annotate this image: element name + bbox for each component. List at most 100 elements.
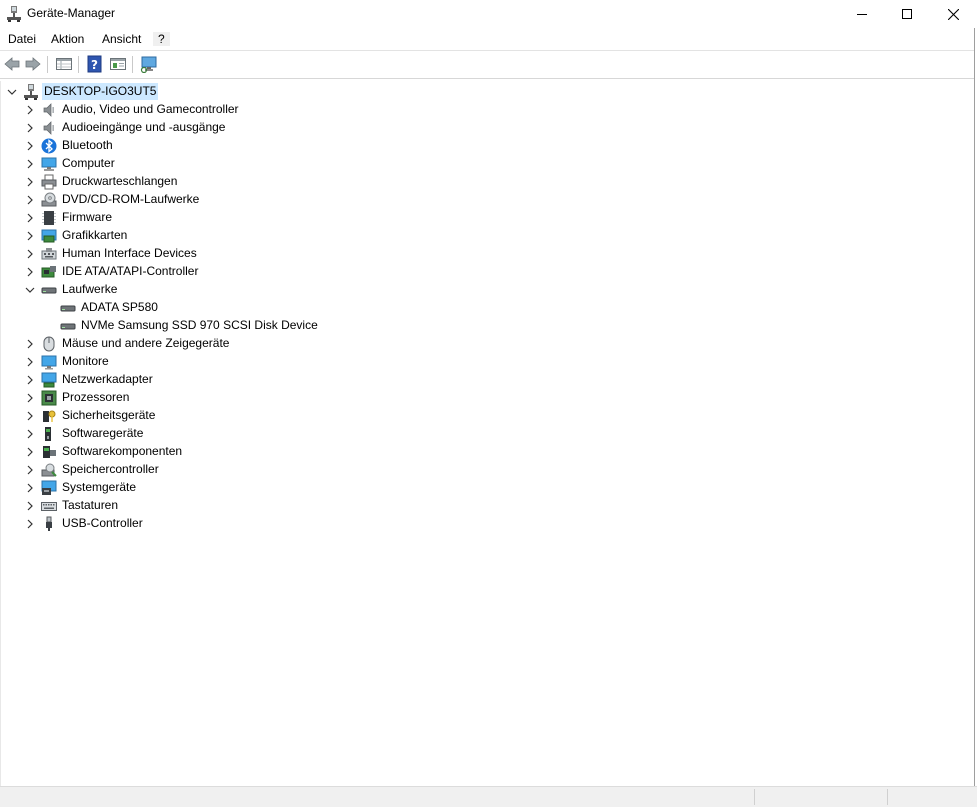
chevron-right-icon[interactable] — [23, 229, 37, 243]
tree-node-label[interactable]: Sicherheitsgeräte — [62, 408, 155, 422]
mouse-icon — [41, 336, 57, 352]
forward-icon[interactable] — [24, 55, 42, 73]
close-button[interactable] — [930, 0, 976, 28]
chevron-right-icon[interactable] — [23, 211, 37, 225]
title-bar: Geräte-Manager — [0, 0, 977, 28]
bluetooth-icon — [41, 138, 57, 154]
menu-help[interactable]: ? — [153, 32, 170, 46]
chevron-right-icon[interactable] — [23, 481, 37, 495]
help-icon[interactable]: ? — [86, 55, 104, 73]
chevron-right-icon[interactable] — [23, 193, 37, 207]
device-tree[interactable]: DESKTOP-IGO3UT5 Audio, Video und Gamecon… — [0, 81, 976, 786]
chevron-right-icon[interactable] — [23, 265, 37, 279]
tree-node-label[interactable]: Prozessoren — [62, 390, 129, 404]
tree-node-monitore[interactable]: Monitore — [1, 353, 901, 371]
tree-node-label[interactable]: Druckwarteschlangen — [62, 174, 177, 188]
chevron-right-icon[interactable] — [23, 103, 37, 117]
tree-node-label[interactable]: Tastaturen — [62, 498, 118, 512]
tree-root[interactable]: DESKTOP-IGO3UT5 — [1, 83, 901, 101]
chevron-right-icon[interactable] — [23, 391, 37, 405]
chevron-right-icon[interactable] — [23, 445, 37, 459]
tree-node-tastaturen[interactable]: Tastaturen — [1, 497, 901, 515]
computer-network-icon — [23, 84, 39, 100]
details-view-icon[interactable] — [109, 55, 127, 73]
tree-node-ide-ata-atapi-controller[interactable]: IDE ATA/ATAPI-Controller — [1, 263, 901, 281]
tree-node-druckwarteschlangen[interactable]: Druckwarteschlangen — [1, 173, 901, 191]
tree-node-prozessoren[interactable]: Prozessoren — [1, 389, 901, 407]
tree-leaf-label[interactable]: NVMe Samsung SSD 970 SCSI Disk Device — [81, 318, 318, 332]
chevron-right-icon[interactable] — [23, 139, 37, 153]
tree-node-label[interactable]: Mäuse und andere Zeigegeräte — [62, 336, 229, 350]
chevron-right-icon[interactable] — [23, 121, 37, 135]
tree-node-label[interactable]: Bluetooth — [62, 138, 113, 152]
menu-aktion[interactable]: Aktion — [51, 32, 84, 46]
chevron-right-icon[interactable] — [23, 247, 37, 261]
tree-node-computer[interactable]: Computer — [1, 155, 901, 173]
tree-node-label[interactable]: Audioeingänge und -ausgänge — [62, 120, 225, 134]
tree-node-audio-video-und-gamecontroller[interactable]: Audio, Video und Gamecontroller — [1, 101, 901, 119]
storage-controller-icon — [41, 462, 57, 478]
chevron-right-icon[interactable] — [23, 175, 37, 189]
tree-node-label[interactable]: Audio, Video und Gamecontroller — [62, 102, 239, 116]
tree-node-speichercontroller[interactable]: Speichercontroller — [1, 461, 901, 479]
tree-node-usb-controller[interactable]: USB-Controller — [1, 515, 901, 533]
tree-leaf-adata-sp580[interactable]: ADATA SP580 — [1, 299, 901, 317]
properties-grid-icon[interactable] — [55, 55, 73, 73]
tree-node-label[interactable]: Softwaregeräte — [62, 426, 143, 440]
menu-bar: Datei Aktion Ansicht ? — [0, 28, 977, 51]
device-manager-app-icon — [7, 6, 21, 22]
chevron-right-icon[interactable] — [23, 499, 37, 513]
tree-node-label[interactable]: Laufwerke — [62, 282, 117, 296]
tree-node-sicherheitsger-te[interactable]: Sicherheitsgeräte — [1, 407, 901, 425]
tree-node-bluetooth[interactable]: Bluetooth — [1, 137, 901, 155]
processor-icon — [41, 390, 57, 406]
tree-node-softwarekomponenten[interactable]: Softwarekomponenten — [1, 443, 901, 461]
tree-root-label[interactable]: DESKTOP-IGO3UT5 — [42, 83, 159, 100]
tree-node-label[interactable]: USB-Controller — [62, 516, 143, 530]
chevron-right-icon[interactable] — [23, 337, 37, 351]
tree-node-human-interface-devices[interactable]: Human Interface Devices — [1, 245, 901, 263]
chevron-right-icon[interactable] — [23, 157, 37, 171]
tree-node-systemger-te[interactable]: Systemgeräte — [1, 479, 901, 497]
tree-node-softwareger-te[interactable]: Softwaregeräte — [1, 425, 901, 443]
ide-controller-icon — [41, 264, 57, 280]
tree-node-label[interactable]: Monitore — [62, 354, 109, 368]
chevron-right-icon[interactable] — [23, 463, 37, 477]
chevron-right-icon[interactable] — [23, 409, 37, 423]
chevron-right-icon[interactable] — [23, 427, 37, 441]
monitor-scan-icon[interactable] — [140, 55, 158, 74]
tree-node-label[interactable]: IDE ATA/ATAPI-Controller — [62, 264, 198, 278]
maximize-icon — [902, 9, 912, 19]
tree-node-firmware[interactable]: Firmware — [1, 209, 901, 227]
chevron-right-icon[interactable] — [23, 355, 37, 369]
maximize-button[interactable] — [884, 0, 930, 28]
tree-leaf-label[interactable]: ADATA SP580 — [81, 300, 158, 314]
chevron-down-icon[interactable] — [5, 85, 19, 99]
tree-leaf-nvme-samsung-ssd-970-scsi-disk-device[interactable]: NVMe Samsung SSD 970 SCSI Disk Device — [1, 317, 901, 335]
tree-node-label[interactable]: Grafikkarten — [62, 228, 127, 242]
tree-node-dvd-cd-rom-laufwerke[interactable]: DVD/CD-ROM-Laufwerke — [1, 191, 901, 209]
chevron-right-icon[interactable] — [23, 517, 37, 531]
window-title: Geräte-Manager — [27, 6, 116, 20]
tree-node-label[interactable]: Systemgeräte — [62, 480, 136, 494]
tree-node-label[interactable]: Firmware — [62, 210, 112, 224]
chevron-right-icon[interactable] — [23, 373, 37, 387]
tree-node-laufwerke[interactable]: Laufwerke — [1, 281, 901, 299]
disk-drive-icon — [60, 300, 76, 316]
chevron-down-icon[interactable] — [23, 283, 37, 297]
minimize-button[interactable] — [839, 0, 885, 28]
hid-icon — [41, 246, 57, 262]
tree-node-label[interactable]: Human Interface Devices — [62, 246, 197, 260]
tree-node-label[interactable]: Computer — [62, 156, 115, 170]
tree-node-netzwerkadapter[interactable]: Netzwerkadapter — [1, 371, 901, 389]
tree-node-label[interactable]: DVD/CD-ROM-Laufwerke — [62, 192, 199, 206]
back-icon[interactable] — [3, 55, 21, 73]
tree-node-m-use-und-andere-zeigeger-te[interactable]: Mäuse und andere Zeigegeräte — [1, 335, 901, 353]
tree-node-label[interactable]: Softwarekomponenten — [62, 444, 182, 458]
tree-node-grafikkarten[interactable]: Grafikkarten — [1, 227, 901, 245]
menu-datei[interactable]: Datei — [8, 32, 36, 46]
menu-ansicht[interactable]: Ansicht — [102, 32, 141, 46]
tree-node-label[interactable]: Speichercontroller — [62, 462, 159, 476]
tree-node-label[interactable]: Netzwerkadapter — [62, 372, 153, 386]
tree-node-audioeing-nge-und-ausg-nge[interactable]: Audioeingänge und -ausgänge — [1, 119, 901, 137]
